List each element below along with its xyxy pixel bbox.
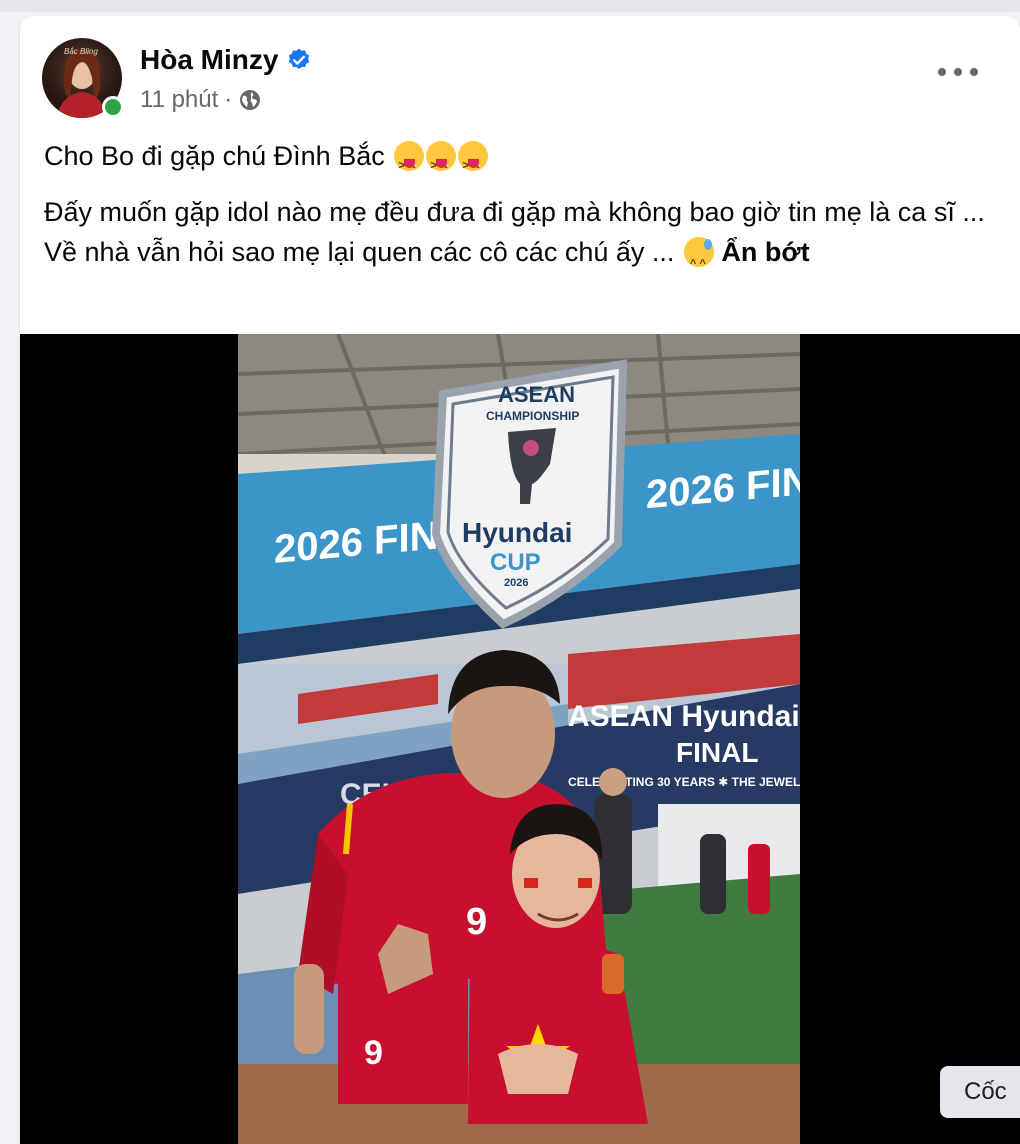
stadium-photo: 2026 FINAL 2026 FIN ASEAN CHAMPIONSHIP H…: [238, 334, 800, 1144]
top-strip: [0, 0, 1020, 12]
jersey-number-text: 9: [466, 901, 487, 943]
author-row: Hòa Minzy: [140, 44, 312, 76]
dot-icon: [954, 68, 962, 76]
grinning-sweat-emoji-icon: [683, 237, 714, 284]
text-line-1: Cho Bo đi gặp chú Đình Bắc: [44, 141, 385, 171]
squinting-tongue-emoji-icon: [394, 141, 425, 185]
text-line-3: Về nhà vẫn hỏi sao mẹ lại quen các cô cá…: [44, 237, 675, 267]
logo-cup-text: CUP: [490, 549, 541, 576]
chip-label: Cốc: [964, 1078, 1007, 1105]
post-card: Bắc Bling Hòa Minzy 11 phút · Cho Bo đi …: [20, 16, 1020, 1144]
meta-separator: ·: [224, 86, 233, 113]
logo-brand-text: Hyundai: [462, 517, 572, 548]
author-name[interactable]: Hòa Minzy: [140, 44, 278, 76]
board-line2-text: FINAL: [676, 737, 758, 768]
dot-icon: [970, 68, 978, 76]
logo-asean-text: ASEAN: [498, 382, 575, 407]
globe-icon[interactable]: [238, 88, 262, 112]
shorts-number-text: 9: [364, 1034, 383, 1072]
logo-year-text: 2026: [504, 577, 528, 589]
verified-badge-icon: [289, 48, 310, 69]
post-text-line-1: Cho Bo đi gặp chú Đình Bắc: [44, 136, 994, 185]
squinting-tongue-emoji-icon: [426, 141, 457, 185]
post-meta: 11 phút ·: [140, 86, 262, 114]
post-text-line-3: Về nhà vẫn hỏi sao mẹ lại quen các cô cá…: [44, 232, 994, 284]
post-photo[interactable]: 2026 FINAL 2026 FIN ASEAN CHAMPIONSHIP H…: [238, 334, 800, 1144]
author-avatar[interactable]: Bắc Bling: [42, 38, 124, 120]
floating-chip[interactable]: Cốc: [940, 1066, 1020, 1118]
more-options-button[interactable]: [938, 60, 978, 84]
online-status-dot: [102, 96, 124, 118]
dot-icon: [938, 68, 946, 76]
post-text: Cho Bo đi gặp chú Đình Bắc Đấy muốn gặp …: [44, 136, 994, 288]
post-time[interactable]: 11 phút: [140, 86, 218, 114]
post-text-line-2: Đấy muốn gặp idol nào mẹ đều đưa đi gặp …: [44, 192, 994, 232]
post-media[interactable]: 2026 FINAL 2026 FIN ASEAN CHAMPIONSHIP H…: [20, 334, 1020, 1144]
board-line1-text: ASEAN Hyundai: [568, 700, 800, 733]
see-less-link[interactable]: Ẩn bớt: [721, 237, 809, 267]
squinting-tongue-emoji-icon: [458, 141, 489, 185]
logo-championship-text: CHAMPIONSHIP: [486, 409, 579, 423]
text-line-2: Đấy muốn gặp idol nào mẹ đều đưa đi gặp …: [44, 197, 985, 227]
svg-text:Bắc Bling: Bắc Bling: [64, 47, 98, 56]
